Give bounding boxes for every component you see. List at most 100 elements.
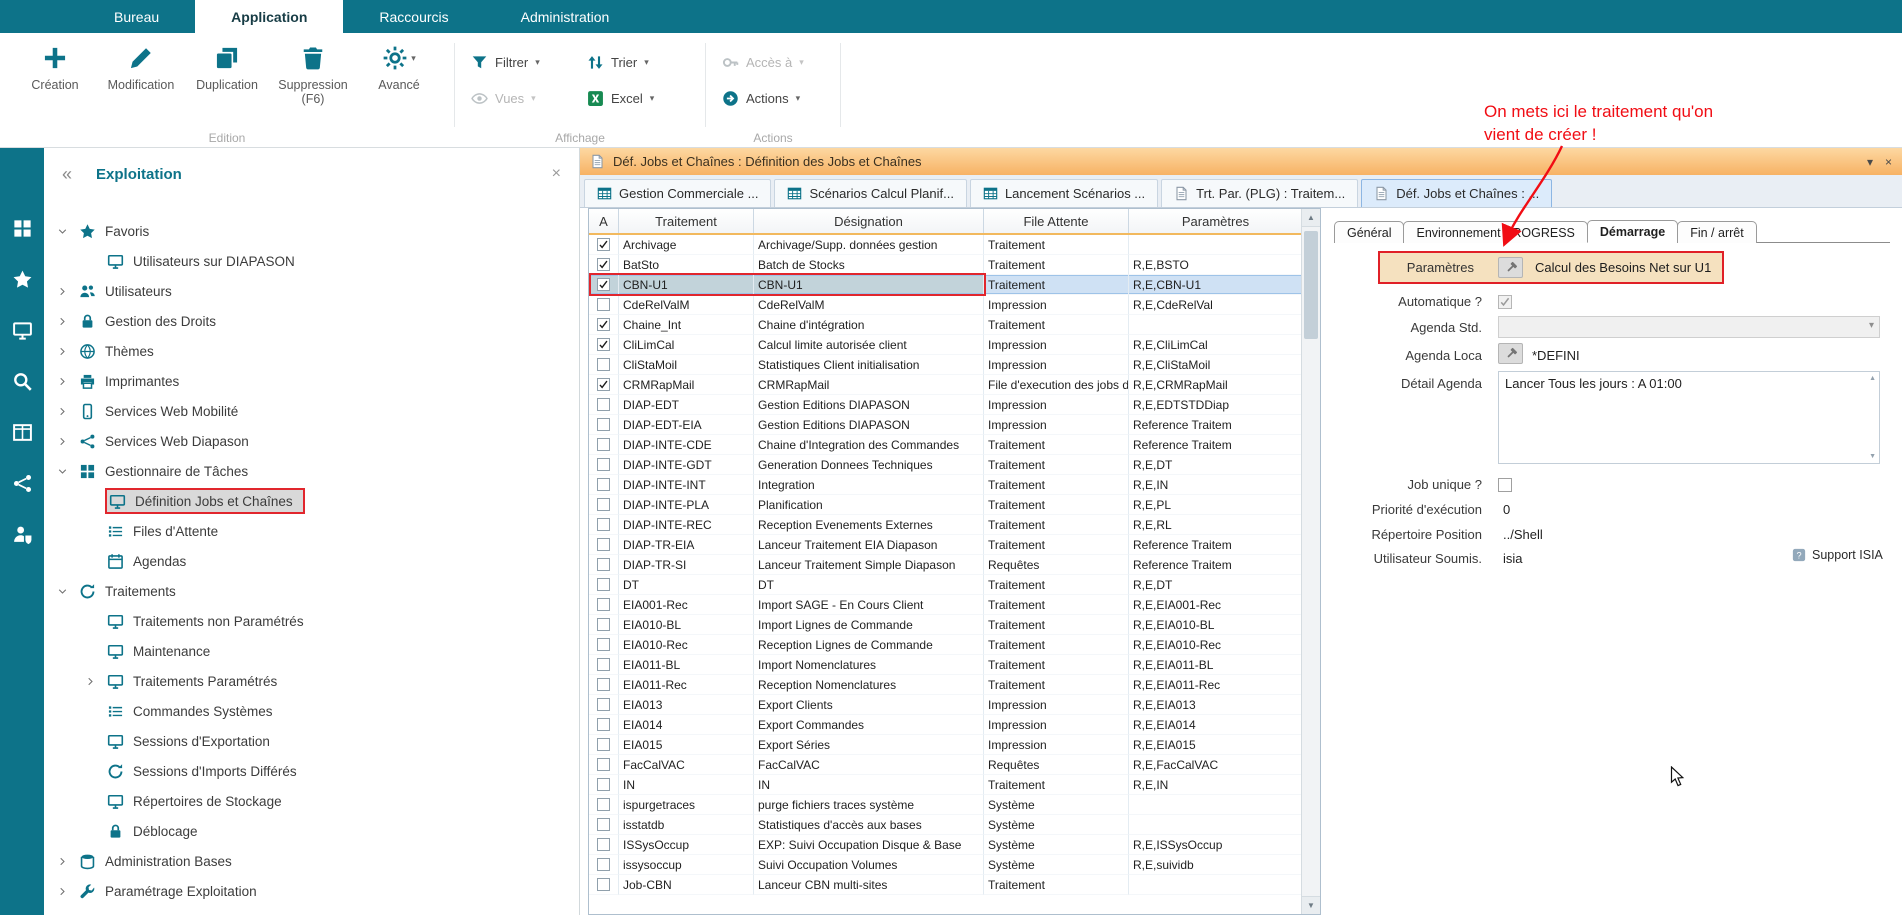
row-checkbox[interactable]	[597, 818, 610, 831]
tree-expander[interactable]	[85, 676, 105, 687]
tree-item-utilisateurs-sur-diapason[interactable]: Utilisateurs sur DIAPASON	[44, 246, 579, 276]
grid-row-isstatdb[interactable]: isstatdbStatistiques d'accès aux basesSy…	[589, 815, 1320, 835]
filtrer-button[interactable]: Filtrer▾	[467, 51, 577, 73]
doc-tab-trt-par-plg-traitem[interactable]: Trt. Par. (PLG) : Traitem...	[1161, 179, 1358, 207]
row-checkbox[interactable]	[597, 398, 610, 411]
suppression-button[interactable]: Suppression(F6)	[270, 37, 356, 107]
grid-row-batsto[interactable]: BatStoBatch de StocksTraitementR,E,BSTO	[589, 255, 1320, 275]
tree-item-gestionnaire-de-taches[interactable]: Gestionnaire de Tâches	[44, 456, 579, 486]
parametres-field[interactable]: Paramètres Calcul des Besoins Net sur U1	[1378, 251, 1724, 284]
tree-item-repertoires-de-stockage[interactable]: Répertoires de Stockage	[44, 786, 579, 816]
grid-row-diap-edt[interactable]: DIAP-EDTGestion Editions DIAPASONImpress…	[589, 395, 1320, 415]
creation-button[interactable]: Création	[12, 37, 98, 92]
scrollbar-down-button[interactable]: ▼	[1302, 896, 1320, 914]
grid-row-faccalvac[interactable]: FacCalVACFacCalVACRequêtesR,E,FacCalVAC	[589, 755, 1320, 775]
data-columns-icon[interactable]	[12, 422, 33, 443]
tree-item-traitements-non-parametres[interactable]: Traitements non Paramétrés	[44, 606, 579, 636]
column-header-a[interactable]: A	[589, 209, 619, 233]
tree-expander[interactable]	[57, 436, 77, 447]
grid-row-diap-tr-eia[interactable]: DIAP-TR-EIALanceur Traitement EIA Diapas…	[589, 535, 1320, 555]
grid-row-job-cbn[interactable]: Job-CBNLanceur CBN multi-sitesTraitement	[589, 875, 1320, 895]
tree-expander[interactable]	[57, 346, 77, 357]
window-close-button[interactable]: ×	[1885, 155, 1892, 169]
desktop-icon[interactable]	[12, 320, 33, 341]
grid-row-diap-inte-rec[interactable]: DIAP-INTE-RECReception Evenements Extern…	[589, 515, 1320, 535]
row-checkbox[interactable]	[597, 798, 610, 811]
grid-row-ispurgetraces[interactable]: ispurgetracespurge fichiers traces systè…	[589, 795, 1320, 815]
row-checkbox[interactable]	[597, 718, 610, 731]
scrollbar-thumb[interactable]	[1304, 231, 1318, 339]
row-checkbox[interactable]	[597, 878, 610, 891]
row-checkbox[interactable]	[597, 678, 610, 691]
tree-item-maintenance[interactable]: Maintenance	[44, 636, 579, 666]
doc-tab-def-jobs-et-chaines[interactable]: Déf. Jobs et Chaînes : ...	[1361, 179, 1552, 207]
grid-row-issysoccup[interactable]: ISSysOccupEXP: Suivi Occupation Disque &…	[589, 835, 1320, 855]
favorites-icon[interactable]	[12, 269, 33, 290]
doc-tab-scenarios-calcul-planif[interactable]: Scénarios Calcul Planif...	[774, 179, 967, 207]
detail-tab-demarrage[interactable]: Démarrage	[1587, 220, 1678, 243]
grid-row-diap-edt-eia[interactable]: DIAP-EDT-EIAGestion Editions DIAPASONImp…	[589, 415, 1320, 435]
row-checkbox[interactable]	[597, 738, 610, 751]
support-isia-badge[interactable]: ? Support ISIA	[1792, 548, 1883, 562]
tree-item-gestion-des-droits[interactable]: Gestion des Droits	[44, 306, 579, 336]
row-checkbox[interactable]	[597, 558, 610, 571]
row-checkbox[interactable]	[597, 438, 610, 451]
actions-button[interactable]: Actions▾	[718, 87, 828, 109]
tree-expander[interactable]	[57, 226, 77, 237]
grid-row-dt[interactable]: DTDTTraitementR,E,DT	[589, 575, 1320, 595]
connections-icon[interactable]	[12, 473, 33, 494]
tree-item-services-web-diapason[interactable]: Services Web Diapason	[44, 426, 579, 456]
menu-tab-application[interactable]: Application	[195, 0, 343, 33]
column-header-parametres[interactable]: Paramètres	[1129, 209, 1303, 233]
grid-row-clistamoil[interactable]: CliStaMoilStatistiques Client initialisa…	[589, 355, 1320, 375]
grid-row-in[interactable]: ININTraitementR,E,IN	[589, 775, 1320, 795]
grid-row-eia013[interactable]: EIA013Export ClientsImpressionR,E,EIA013	[589, 695, 1320, 715]
row-checkbox[interactable]	[597, 258, 610, 271]
avance-button[interactable]: ▾Avancé	[356, 37, 442, 92]
tree-expander[interactable]	[57, 886, 77, 897]
tree-item-parametrage-exploitation[interactable]: Paramétrage Exploitation	[44, 876, 579, 906]
menu-tab-raccourcis[interactable]: Raccourcis	[343, 0, 484, 33]
grid-row-cderelvalm[interactable]: CdeRelValMCdeRelValMImpressionR,E,CdeRel…	[589, 295, 1320, 315]
agenda-loca-edit-button[interactable]	[1498, 343, 1523, 364]
menu-tab-bureau[interactable]: Bureau	[78, 0, 195, 33]
column-header-traitement[interactable]: Traitement	[619, 209, 754, 233]
tree-item-sessions-d-exportation[interactable]: Sessions d'Exportation	[44, 726, 579, 756]
grid-row-issysoccup[interactable]: issysoccupSuivi Occupation VolumesSystèm…	[589, 855, 1320, 875]
tree-expander[interactable]	[57, 376, 77, 387]
grid-row-eia011-bl[interactable]: EIA011-BLImport NomenclaturesTraitementR…	[589, 655, 1320, 675]
tree-expander[interactable]	[57, 856, 77, 867]
detail-tab-general[interactable]: Général	[1334, 221, 1404, 243]
tree-item-commandes-systemes[interactable]: Commandes Systèmes	[44, 696, 579, 726]
row-checkbox[interactable]	[597, 338, 610, 351]
grid-row-diap-inte-cde[interactable]: DIAP-INTE-CDEChaine d'Integration des Co…	[589, 435, 1320, 455]
grid-row-eia001-rec[interactable]: EIA001-RecImport SAGE - En Cours ClientT…	[589, 595, 1320, 615]
tree-item-definition-jobs-et-chaines[interactable]: Définition Jobs et Chaînes	[44, 486, 579, 516]
row-checkbox[interactable]	[597, 778, 610, 791]
grid-row-clilimcal[interactable]: CliLimCalCalcul limite autorisée clientI…	[589, 335, 1320, 355]
search-icon[interactable]	[12, 371, 33, 392]
tree-item-themes[interactable]: Thèmes	[44, 336, 579, 366]
doc-tab-lancement-scenarios[interactable]: Lancement Scénarios ...	[970, 179, 1158, 207]
modification-button[interactable]: Modification	[98, 37, 184, 92]
grid-row-diap-inte-int[interactable]: DIAP-INTE-INTIntegrationTraitementR,E,IN	[589, 475, 1320, 495]
row-checkbox[interactable]	[597, 298, 610, 311]
row-checkbox[interactable]	[597, 518, 610, 531]
column-header-designation[interactable]: Désignation	[754, 209, 984, 233]
detail-tab-fin-arret[interactable]: Fin / arrêt	[1677, 221, 1757, 243]
grid-row-cbn-u1[interactable]: CBN-U1CBN-U1TraitementR,E,CBN-U1	[589, 275, 1320, 295]
row-checkbox[interactable]	[597, 618, 610, 631]
grid-row-diap-inte-gdt[interactable]: DIAP-INTE-GDTGeneration Donnees Techniqu…	[589, 455, 1320, 475]
row-checkbox[interactable]	[597, 238, 610, 251]
row-checkbox[interactable]	[597, 578, 610, 591]
tree-item-agendas[interactable]: Agendas	[44, 546, 579, 576]
tree-expander[interactable]	[57, 316, 77, 327]
tree-item-files-d-attente[interactable]: Files d'Attente	[44, 516, 579, 546]
row-checkbox[interactable]	[597, 378, 610, 391]
grid-row-eia010-bl[interactable]: EIA010-BLImport Lignes de CommandeTraite…	[589, 615, 1320, 635]
detail-tab-environnement-progress[interactable]: Environnement PROGRESS	[1403, 221, 1587, 243]
menu-tab-administration[interactable]: Administration	[485, 0, 646, 33]
row-checkbox[interactable]	[597, 358, 610, 371]
excel-button[interactable]: Excel▾	[583, 87, 693, 109]
tree-item-traitements-parametres[interactable]: Traitements Paramétrés	[44, 666, 579, 696]
